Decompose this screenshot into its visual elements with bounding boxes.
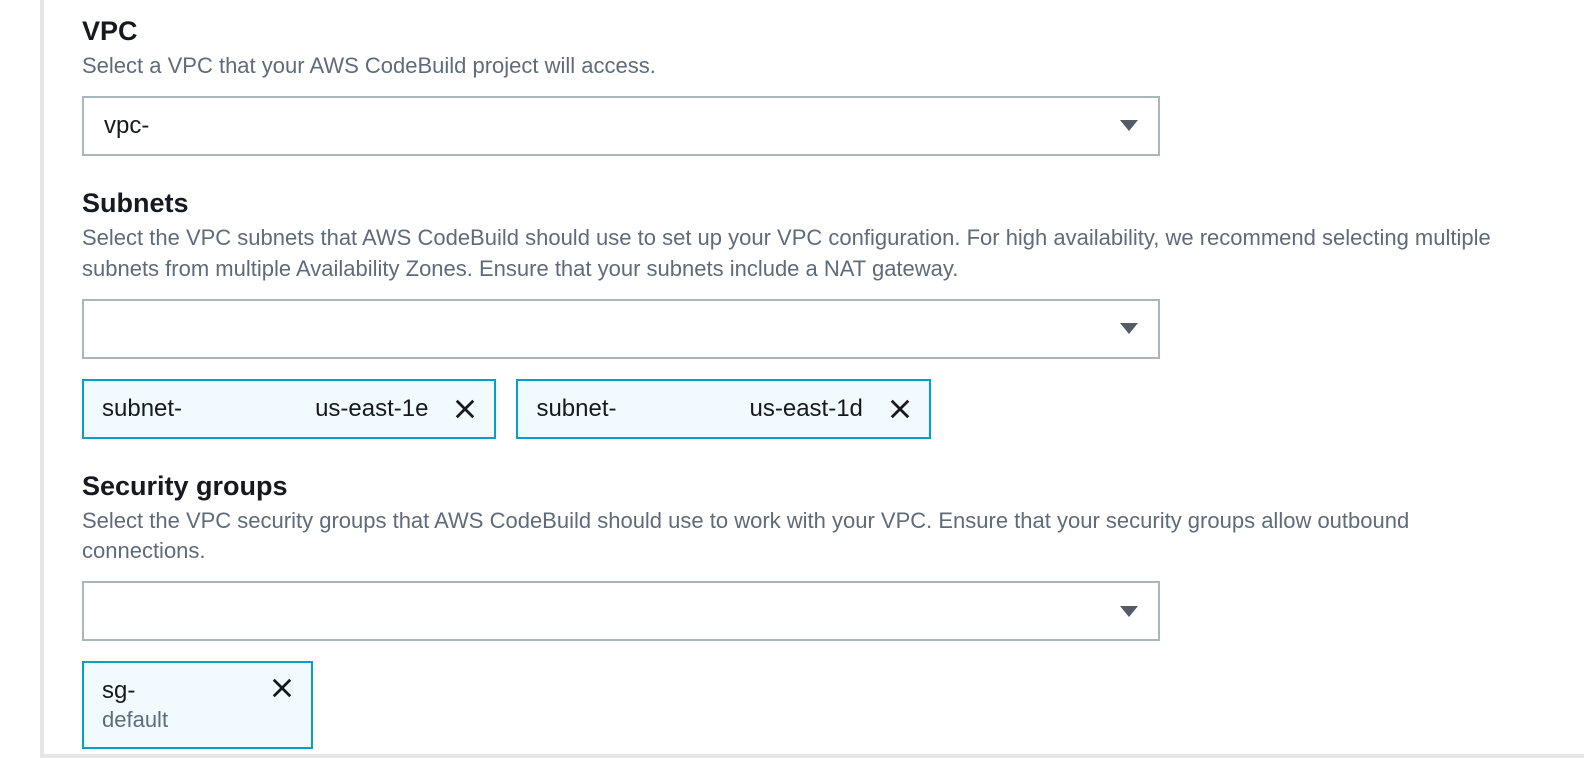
- remove-subnet-button[interactable]: [889, 398, 911, 420]
- security-groups-dropdown[interactable]: [82, 581, 1160, 641]
- close-icon: [454, 398, 476, 420]
- chevron-down-icon: [1120, 120, 1138, 131]
- remove-security-group-button[interactable]: [271, 677, 293, 699]
- subnets-dropdown[interactable]: [82, 299, 1160, 359]
- subnet-chip: subnet- us-east-1e: [82, 379, 496, 439]
- subnet-chip-az: us-east-1d: [750, 395, 863, 423]
- vpc-description: Select a VPC that your AWS CodeBuild pro…: [82, 51, 1532, 82]
- security-group-chips: sg- default: [82, 661, 1584, 749]
- security-group-chip-id: sg-: [102, 677, 168, 705]
- security-groups-description: Select the VPC security groups that AWS …: [82, 506, 1532, 568]
- subnets-label: Subnets: [82, 186, 1584, 221]
- vpc-dropdown[interactable]: vpc-: [82, 96, 1160, 156]
- remove-subnet-button[interactable]: [454, 398, 476, 420]
- security-groups-label: Security groups: [82, 469, 1584, 504]
- subnet-chip-az: us-east-1e: [315, 395, 428, 423]
- close-icon: [271, 677, 293, 699]
- vpc-dropdown-value: vpc-: [104, 112, 1120, 140]
- vpc-config-panel: VPC Select a VPC that your AWS CodeBuild…: [40, 0, 1584, 758]
- close-icon: [889, 398, 911, 420]
- subnet-chip: subnet- us-east-1d: [516, 379, 930, 439]
- subnets-field-group: Subnets Select the VPC subnets that AWS …: [82, 186, 1584, 439]
- chevron-down-icon: [1120, 606, 1138, 617]
- security-groups-field-group: Security groups Select the VPC security …: [82, 469, 1584, 750]
- vpc-field-group: VPC Select a VPC that your AWS CodeBuild…: [82, 0, 1584, 156]
- subnet-chip-id: subnet-: [102, 395, 182, 423]
- subnets-description: Select the VPC subnets that AWS CodeBuil…: [82, 223, 1532, 285]
- security-group-chip: sg- default: [82, 661, 313, 749]
- vpc-label: VPC: [82, 14, 1584, 49]
- chevron-down-icon: [1120, 323, 1138, 334]
- security-group-chip-body: sg- default: [102, 677, 168, 733]
- security-group-chip-name: default: [102, 707, 168, 733]
- subnet-chips: subnet- us-east-1e subnet- us-east-1d: [82, 379, 1584, 439]
- subnet-chip-id: subnet-: [536, 395, 616, 423]
